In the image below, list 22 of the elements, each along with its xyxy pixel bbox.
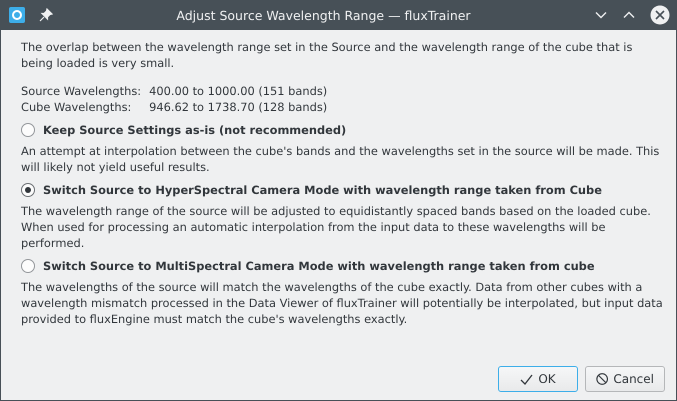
radio-button[interactable] — [21, 123, 35, 137]
radio-option[interactable]: Keep Source Settings as-is (not recommended) — [21, 123, 346, 137]
radio-button[interactable] — [21, 259, 35, 273]
option-description: The wavelength range of the source will be adjusted to equidistantly spaced bands based on the loaded cube. When used for processing an automatic interpolation from the input data to these wavelengths will be performed. — [21, 203, 652, 251]
option-description: The wavelengths of the source will match the wavelengths of the cube exactly. Data from other cubes with a wavelength mismatch processed in the Data Viewer of fluxTrainer will potentially be interpolated, but input data provided to fluxEngine must match the cube's wavelengths exactly. — [21, 279, 664, 327]
radio-option[interactable]: Switch Source to HyperSpectral Camera Mode with wavelength range taken from Cube — [21, 183, 602, 197]
pin-icon[interactable] — [39, 8, 53, 22]
wavelength-label: Source Wavelengths: — [21, 83, 142, 99]
radio-button[interactable] — [21, 183, 35, 197]
radio-option[interactable]: Switch Source to MultiSpectral Camera Mode with wavelength range taken from cube — [21, 259, 595, 273]
option-description: An attempt at interpolation between the cube's bands and the wavelengths set in the source will be made. This will likely not yield useful results. — [21, 143, 660, 175]
cancel-icon — [596, 372, 608, 386]
wavelength-value: 946.62 to 1738.70 (128 bands) — [149, 99, 328, 115]
wavelength-value: 400.00 to 1000.00 (151 bands) — [149, 83, 328, 99]
wavelength-label: Cube Wavelengths: — [21, 99, 132, 115]
intro-text: The overlap between the wavelength range set in the Source and the wavelength range of the cube that is being loaded is very small. — [21, 39, 634, 71]
window-title: Adjust Source Wavelength Range — fluxTrainer — [175, 8, 472, 22]
dialog-button[interactable]: OK — [498, 366, 578, 392]
dialog-button[interactable]: Cancel — [585, 366, 665, 392]
app-icon — [9, 7, 25, 23]
close-icon[interactable] — [650, 5, 670, 25]
checkmark-icon — [520, 372, 534, 386]
